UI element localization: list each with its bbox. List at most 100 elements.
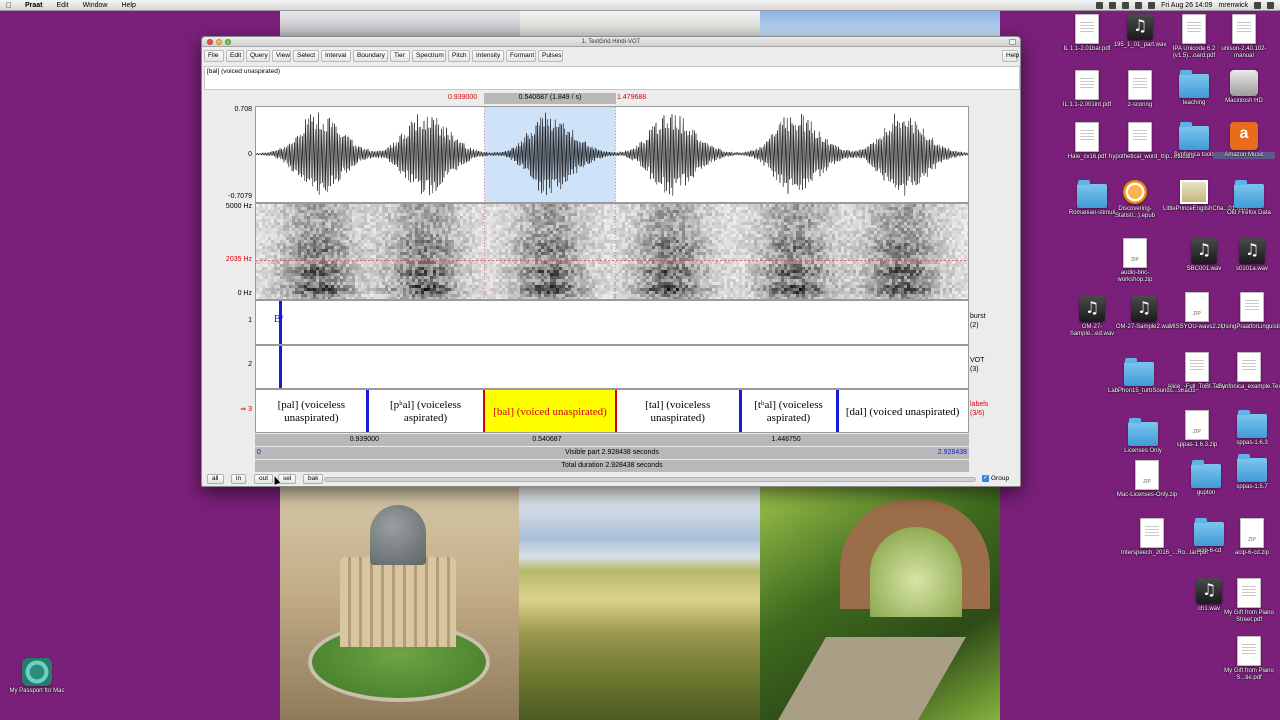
menu-boundary[interactable]: Boundary bbox=[353, 50, 388, 62]
interval-boundary[interactable] bbox=[365, 390, 369, 432]
desktop-icon[interactable]: LittlePrinceEnglishCha...01.mp3 bbox=[1163, 180, 1248, 213]
desktop-icon[interactable]: LabPhon15_turbSounds...stracts bbox=[1108, 358, 1195, 395]
zoom-selection-button[interactable]: sel bbox=[278, 474, 297, 484]
notification-center-icon[interactable] bbox=[1267, 2, 1274, 9]
horizontal-scrollbar[interactable] bbox=[324, 477, 976, 482]
desktop-icon[interactable]: audio-bnc-workshop.zip bbox=[1104, 238, 1166, 284]
menu-intensity[interactable]: Intensity bbox=[472, 50, 504, 62]
menu-formant[interactable]: Formant bbox=[506, 50, 536, 62]
audio-file-icon bbox=[1191, 238, 1217, 264]
desktop-icon-label: 195_1_01_part.wav bbox=[1113, 42, 1167, 48]
apple-menu-icon[interactable]:  bbox=[0, 1, 18, 10]
menu-query[interactable]: Query bbox=[246, 50, 270, 62]
group-label: Group bbox=[991, 475, 1010, 482]
interval-segment[interactable]: [pʰal] (voiceless aspirated) bbox=[367, 390, 485, 432]
interval-boundary[interactable] bbox=[483, 390, 486, 432]
photo-towpath bbox=[774, 637, 966, 720]
timemachine-icon[interactable] bbox=[1109, 2, 1117, 9]
menu-help-praat[interactable]: Help bbox=[1002, 50, 1019, 62]
interval-segment[interactable]: [dal] (voiced unaspirated) bbox=[837, 390, 968, 432]
menu-window[interactable]: Window bbox=[76, 2, 115, 9]
tier-2-interval-boundary[interactable] bbox=[279, 346, 282, 388]
menu-pulses[interactable]: Pulses bbox=[538, 50, 563, 62]
desktop-icon[interactable]: sppas-1.6.3 bbox=[1221, 410, 1280, 447]
menu-spectrum[interactable]: Spectrum bbox=[412, 50, 446, 62]
battery-icon[interactable] bbox=[1148, 2, 1156, 9]
interval-segment[interactable]: [pal] (voiceless unaspirated) bbox=[256, 390, 367, 432]
desktop-icon[interactable]: unison-2.40.102-manual bbox=[1213, 14, 1275, 60]
menu-file[interactable]: File bbox=[204, 50, 224, 62]
interval-boundary[interactable] bbox=[614, 390, 617, 432]
boundary-times-bar[interactable]: 0.939000 0.540687 1.448750 bbox=[255, 434, 969, 446]
tier-2-vot[interactable] bbox=[255, 345, 969, 389]
desktop-icon[interactable]: Macintosh HD bbox=[1213, 70, 1275, 105]
doc-file-icon bbox=[1232, 14, 1256, 44]
interval-segment[interactable]: [tal] (voiceless unaspirated) bbox=[616, 390, 740, 432]
interval-segment[interactable]: [bal] (voiced unaspirated) bbox=[484, 390, 616, 432]
tier-2-name-label[interactable]: VOT (3) bbox=[970, 356, 984, 374]
menu-pitch[interactable]: Pitch bbox=[448, 50, 470, 62]
desktop-icon[interactable]: hypothetical_word_trip...etadata bbox=[1109, 122, 1194, 161]
close-button[interactable] bbox=[207, 39, 213, 45]
zoom-out-button[interactable]: out bbox=[254, 474, 274, 484]
interval-segment[interactable]: [tʰal] (voiceless aspirated) bbox=[740, 390, 838, 432]
spectrogram-pane[interactable] bbox=[255, 203, 969, 300]
desktop-icon[interactable]: 195_1_01_part.wav bbox=[1109, 14, 1171, 49]
interval-boundary[interactable] bbox=[836, 390, 840, 432]
volume-icon[interactable] bbox=[1135, 2, 1143, 9]
desktop-icon[interactable]: s0101a.wav bbox=[1221, 238, 1280, 273]
desktop-icon[interactable]: My Gift from Piano S...tie.pdf bbox=[1218, 636, 1280, 682]
toolbar-toggle-button[interactable] bbox=[1009, 39, 1016, 45]
visible-part-bar[interactable]: 0 Visible part 2.928438 seconds 2.928438 bbox=[255, 447, 969, 459]
spotlight-icon[interactable] bbox=[1254, 2, 1261, 9]
menu-help[interactable]: Help bbox=[114, 2, 142, 9]
desktop-icon[interactable]: acip-6-cd.zip bbox=[1221, 518, 1280, 557]
folder-file-icon bbox=[1077, 180, 1107, 208]
menu-interval[interactable]: Interval bbox=[321, 50, 351, 62]
selection-duration[interactable]: 0.540687 (1.849 / s) bbox=[484, 93, 616, 104]
desktop-icon-label: z-scoring bbox=[1127, 102, 1153, 108]
waveform-pane[interactable] bbox=[255, 106, 969, 203]
desktop-icon[interactable]: Mac-Licenses-Only.zip bbox=[1116, 460, 1178, 499]
desktop-icon[interactable]: Old Firefox Data bbox=[1218, 180, 1280, 217]
menu-tier[interactable]: Tier bbox=[390, 50, 410, 62]
zoom-back-button[interactable]: bak bbox=[303, 474, 324, 484]
zoom-in-button[interactable]: in bbox=[231, 474, 247, 484]
interval-text-field[interactable]: [bal] (voiced unaspirated) bbox=[204, 66, 1020, 90]
wifi-icon[interactable] bbox=[1122, 2, 1130, 9]
desktop-icon[interactable]: Synfonica_example.TextGrid bbox=[1218, 352, 1280, 391]
menubar-clock[interactable]: Fri Aug 26 14:09 bbox=[1161, 2, 1212, 9]
dropbox-icon[interactable] bbox=[1096, 2, 1104, 9]
desktop-icon[interactable]: MISSYOU-wavs2.zip bbox=[1166, 292, 1228, 331]
desktop-icon[interactable]: Licenses Only bbox=[1112, 418, 1174, 455]
desktop-icon[interactable]: z-scoring bbox=[1109, 70, 1171, 109]
total-duration-bar[interactable]: Total duration 2.928438 seconds bbox=[255, 460, 969, 472]
folder-file-icon bbox=[1128, 418, 1158, 446]
menubar-user[interactable]: mrenwick bbox=[1218, 2, 1248, 9]
desktop-icon[interactable]: Discovering-Statisti...).epub bbox=[1104, 180, 1166, 220]
menu-edit[interactable]: Edit bbox=[226, 50, 244, 62]
doc-file-icon bbox=[1237, 352, 1261, 382]
menu-select[interactable]: Select bbox=[293, 50, 319, 62]
desktop-icon[interactable]: Amazon Music bbox=[1213, 122, 1275, 159]
zoom-button[interactable] bbox=[225, 39, 231, 45]
menu-praat[interactable]: Praat bbox=[18, 2, 50, 9]
desktop-icon[interactable]: Interspeech_2016_...Ro...lan.pdf bbox=[1121, 518, 1208, 557]
group-checkbox[interactable]: ✓ bbox=[982, 475, 989, 482]
menu-view[interactable]: View bbox=[272, 50, 291, 62]
desktop-icon[interactable]: sppas-1.5.7 bbox=[1221, 454, 1280, 491]
desktop-icon[interactable]: UsingPraatforLinguisti...est.pdf bbox=[1221, 292, 1280, 331]
desktop-icon[interactable]: sppas-1.6.3.zip bbox=[1166, 410, 1228, 449]
interval-boundary[interactable] bbox=[738, 390, 742, 432]
desktop-icon[interactable]: My Passport for Mac bbox=[6, 658, 68, 695]
window-titlebar[interactable]: 1. TextGrid Hindi-VOT bbox=[202, 37, 1020, 47]
wallpaper-photo-radcliffe-camera bbox=[280, 487, 519, 720]
desktop-icon[interactable]: My Gift from Piano Street.pdf bbox=[1218, 578, 1280, 624]
zoom-all-button[interactable]: all bbox=[207, 474, 224, 484]
tier-3-labels[interactable]: [pal] (voiceless unaspirated) [pʰal] (voi… bbox=[255, 389, 969, 433]
tier-1-burst[interactable]: B/ bbox=[255, 300, 969, 345]
minimize-button[interactable] bbox=[216, 39, 222, 45]
tier-3-name-label[interactable]: labels (3/6) bbox=[970, 400, 988, 418]
tier-1-name-label[interactable]: burst (2) bbox=[970, 312, 986, 330]
menu-edit[interactable]: Edit bbox=[50, 2, 76, 9]
